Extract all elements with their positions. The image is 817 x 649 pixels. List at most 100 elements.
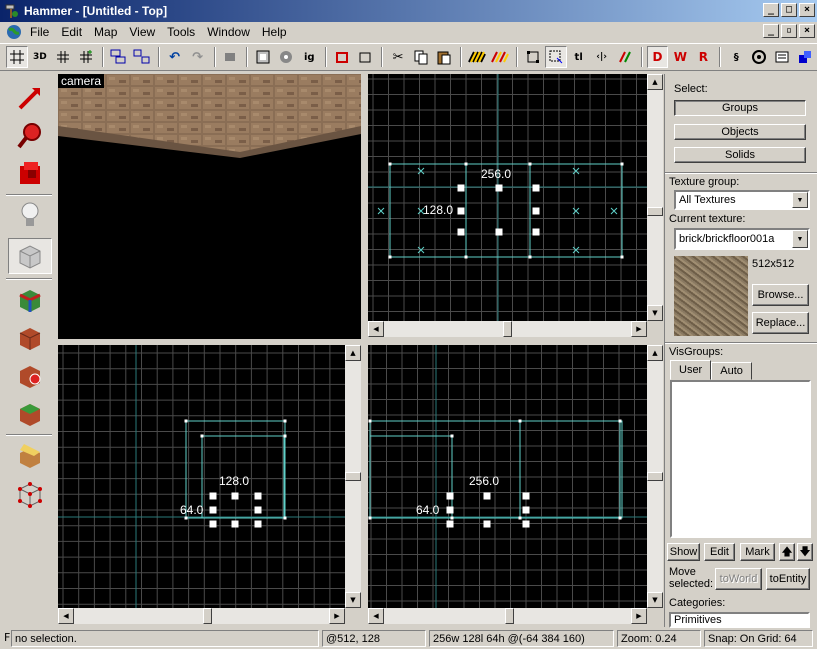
to-entity-button[interactable] xyxy=(354,46,376,68)
move-to-entity-button[interactable]: toEntity xyxy=(766,568,810,590)
top-hscrollbar[interactable]: ◀ ▶ xyxy=(368,321,647,337)
ignore-groups-button[interactable]: ig xyxy=(298,46,320,68)
front-hscrollbar[interactable]: ◀ ▶ xyxy=(58,608,345,624)
draw-mode-r-button[interactable]: R xyxy=(692,46,714,68)
close-button[interactable]: × xyxy=(799,3,815,17)
menu-map[interactable]: Map xyxy=(88,25,123,39)
cordon-button[interactable] xyxy=(771,46,793,68)
scroll-up-arrow-icon[interactable]: ▲ xyxy=(647,74,663,90)
dropdown-arrow-icon[interactable]: ▼ xyxy=(792,192,808,208)
scroll-thumb[interactable] xyxy=(505,608,514,624)
visgroup-edit-button[interactable]: Edit xyxy=(704,543,735,561)
menu-help[interactable]: Help xyxy=(256,25,293,39)
flip-vertical-button[interactable] xyxy=(614,46,636,68)
draw-mode-w-button[interactable]: W xyxy=(669,46,691,68)
clipping-tool-button[interactable] xyxy=(8,438,52,474)
scroll-right-arrow-icon[interactable]: ▶ xyxy=(631,321,647,337)
camera-viewport[interactable]: camera xyxy=(58,74,361,339)
visgroups-list[interactable] xyxy=(670,380,811,538)
vertex-tool-button[interactable] xyxy=(8,476,52,512)
carve-button[interactable] xyxy=(220,46,242,68)
to-world-button[interactable] xyxy=(331,46,353,68)
ungroup-button[interactable] xyxy=(131,46,153,68)
menu-edit[interactable]: Edit xyxy=(55,25,88,39)
scroll-left-arrow-icon[interactable]: ◀ xyxy=(368,321,384,337)
apply-texture-button[interactable] xyxy=(8,320,52,356)
select-groups-button[interactable]: Groups xyxy=(674,100,806,116)
scroll-up-arrow-icon[interactable]: ▲ xyxy=(647,345,663,361)
move-down-button[interactable]: 🡇 xyxy=(797,543,813,561)
decal-tool-button[interactable] xyxy=(8,358,52,394)
cut-button[interactable]: ✂ xyxy=(387,46,409,68)
scroll-down-arrow-icon[interactable]: ▼ xyxy=(647,592,663,608)
side-viewport[interactable]: 256.0 64.0 xyxy=(368,345,647,608)
select-box-button[interactable] xyxy=(522,46,544,68)
categories-select[interactable]: Primitives xyxy=(669,612,810,628)
visgroup-mark-button[interactable]: Mark xyxy=(740,543,775,561)
scroll-up-arrow-icon[interactable]: ▲ xyxy=(345,345,361,361)
scroll-left-arrow-icon[interactable]: ◀ xyxy=(368,608,384,624)
scroll-thumb[interactable] xyxy=(647,472,663,481)
top-viewport[interactable]: 256.0 128.0 xyxy=(368,74,647,321)
entity-report-button[interactable]: § xyxy=(725,46,747,68)
grid-toggle-button[interactable] xyxy=(6,46,28,68)
scroll-right-arrow-icon[interactable]: ▶ xyxy=(329,608,345,624)
move-to-world-button[interactable]: toWorld xyxy=(715,568,762,590)
undo-button[interactable]: ↶ xyxy=(164,46,186,68)
scroll-thumb[interactable] xyxy=(345,472,361,481)
move-up-button[interactable]: 🡅 xyxy=(779,543,795,561)
menu-window[interactable]: Window xyxy=(201,25,256,39)
show-selected-button[interactable] xyxy=(275,46,297,68)
mdi-minimize-button[interactable]: _ xyxy=(763,24,779,38)
menu-tools[interactable]: Tools xyxy=(161,25,201,39)
scroll-right-arrow-icon[interactable]: ▶ xyxy=(631,608,647,624)
3d-grid-button[interactable]: 3D xyxy=(29,46,51,68)
scroll-thumb[interactable] xyxy=(503,321,512,337)
larger-grid-button[interactable] xyxy=(75,46,97,68)
globe-icon[interactable] xyxy=(6,24,22,40)
selection-tool-button[interactable] xyxy=(8,80,52,116)
title-bar[interactable]: Hammer - [Untitled - Top] _ □ × xyxy=(0,0,817,22)
visgroup-show-button[interactable]: Show xyxy=(667,543,700,561)
tab-auto[interactable]: Auto xyxy=(711,362,752,380)
texture-lock-button[interactable] xyxy=(466,46,488,68)
block-tool-button[interactable] xyxy=(8,238,52,274)
top-vscrollbar[interactable]: ▲ ▼ xyxy=(647,74,663,321)
mdi-close-button[interactable]: × xyxy=(799,24,815,38)
menu-file[interactable]: File xyxy=(24,25,55,39)
paste-button[interactable] xyxy=(433,46,455,68)
toggle-texture-app-button[interactable] xyxy=(8,282,52,318)
scroll-down-arrow-icon[interactable]: ▼ xyxy=(345,592,361,608)
side-vscrollbar[interactable]: ▲ ▼ xyxy=(647,345,663,608)
magnify-tool-button[interactable] xyxy=(8,118,52,154)
side-hscrollbar[interactable]: ◀ ▶ xyxy=(368,608,647,624)
front-vscrollbar[interactable]: ▲ ▼ xyxy=(345,345,361,608)
entity-tool-button[interactable] xyxy=(8,198,52,234)
draw-mode-d-button[interactable]: D xyxy=(646,46,669,68)
smaller-grid-button[interactable] xyxy=(52,46,74,68)
redo-button[interactable]: ↷ xyxy=(187,46,209,68)
viewport-splitter-horizontal[interactable] xyxy=(58,339,664,345)
scroll-left-arrow-icon[interactable]: ◀ xyxy=(58,608,74,624)
select-solids-button[interactable]: Solids xyxy=(674,147,806,163)
minimize-button[interactable]: _ xyxy=(763,3,779,17)
overlay-tool-button[interactable] xyxy=(8,396,52,432)
camera-viewport-label[interactable]: camera xyxy=(58,74,105,88)
group-button[interactable] xyxy=(108,46,130,68)
select-objects-button[interactable]: Objects xyxy=(674,124,806,140)
scroll-thumb[interactable] xyxy=(647,207,663,216)
texture-group-select[interactable]: All Textures ▼ xyxy=(674,190,810,210)
menu-view[interactable]: View xyxy=(123,25,161,39)
replace-button[interactable]: Replace... xyxy=(752,312,809,334)
maximize-button[interactable]: □ xyxy=(781,3,797,17)
camera-tool-button[interactable] xyxy=(8,156,52,192)
front-viewport[interactable]: 128.0 64.0 xyxy=(58,345,345,608)
hide-selected-button[interactable] xyxy=(252,46,274,68)
browse-button[interactable]: Browse... xyxy=(752,284,809,306)
tab-user[interactable]: User xyxy=(670,360,712,380)
copy-button[interactable] xyxy=(410,46,432,68)
texture-application-button[interactable]: tl xyxy=(568,46,590,68)
run-map-button[interactable] xyxy=(794,46,816,68)
mdi-restore-button[interactable]: ▫ xyxy=(781,24,797,38)
flip-horizontal-button[interactable]: ‹|› xyxy=(591,46,613,68)
